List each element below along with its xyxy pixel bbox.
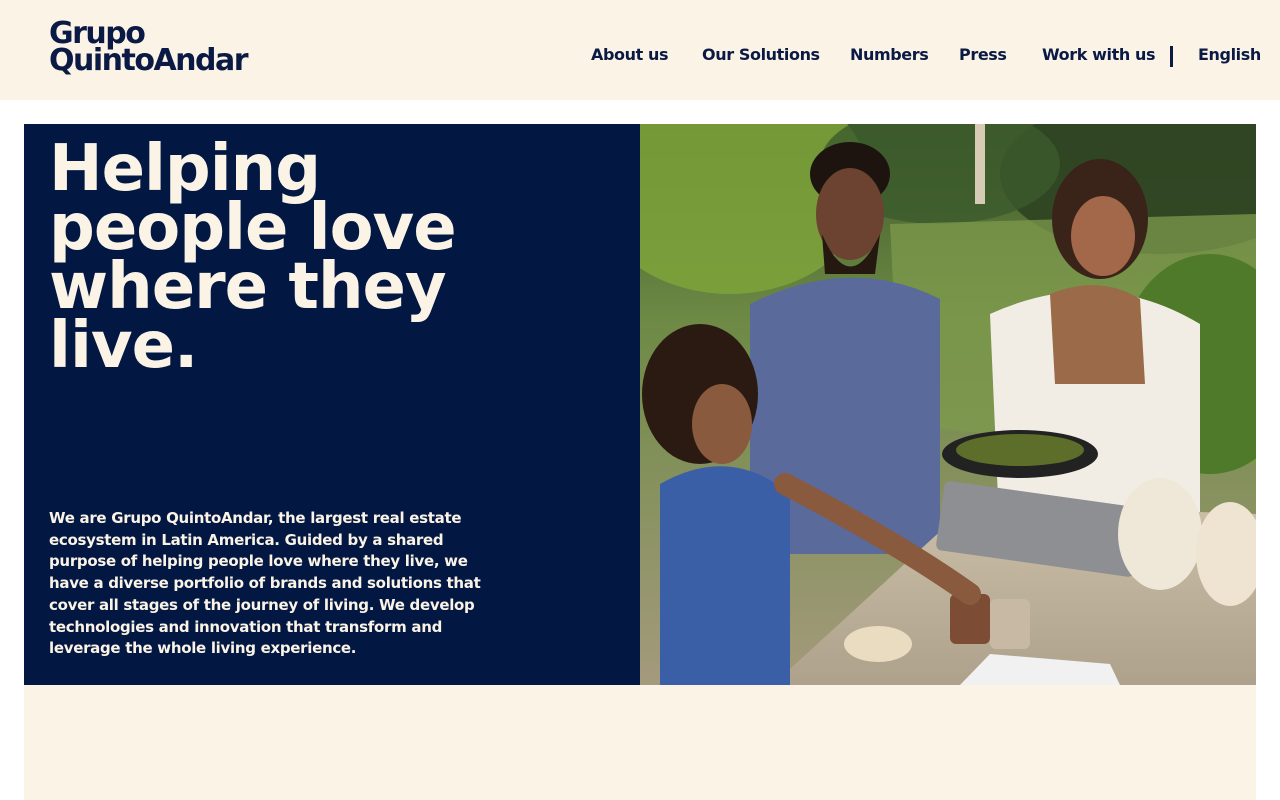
logo[interactable]: Grupo QuintoAndar — [49, 19, 249, 78]
lower-section — [24, 685, 1256, 800]
site-header: Grupo QuintoAndar About us Our Solutions… — [0, 0, 1280, 100]
hero-title: Helping people love where they live. — [49, 132, 457, 383]
hero-text-panel: Helping people love where they live. We … — [24, 124, 640, 685]
nav-work-with-us[interactable]: Work with us — [1042, 45, 1156, 64]
language-selector[interactable]: English — [1198, 45, 1261, 64]
hero-description: We are Grupo QuintoAndar, the largest re… — [49, 509, 481, 658]
nav-our-solutions[interactable]: Our Solutions — [702, 45, 820, 64]
nav-divider — [1170, 46, 1173, 67]
nav-numbers[interactable]: Numbers — [850, 45, 929, 64]
hero-section: Helping people love where they live. We … — [24, 124, 1256, 685]
nav-press[interactable]: Press — [959, 45, 1007, 64]
family-cooking-photo — [640, 124, 1256, 685]
logo-line-2: QuintoAndar — [49, 43, 249, 78]
nav-about-us[interactable]: About us — [591, 45, 669, 64]
hero-image — [640, 124, 1256, 685]
